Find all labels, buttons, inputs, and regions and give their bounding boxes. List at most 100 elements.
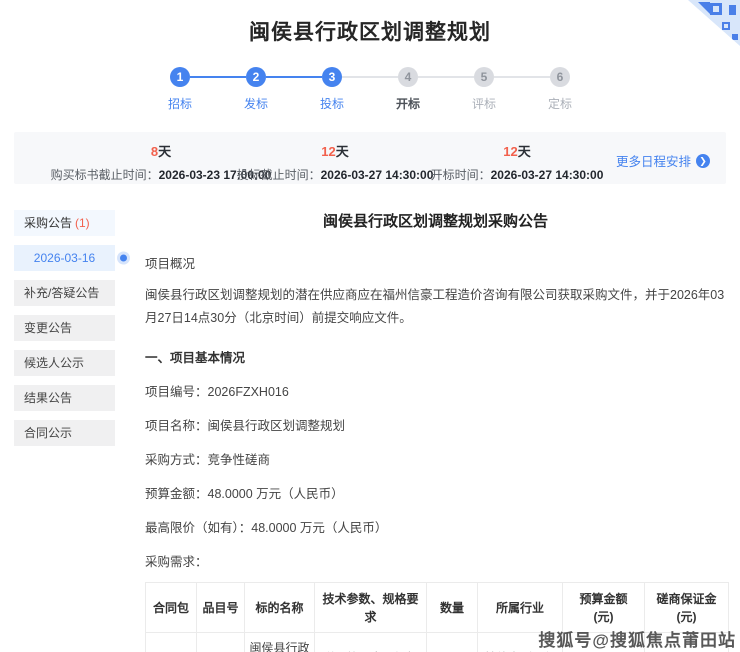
step-number: 1 xyxy=(170,67,190,87)
field-project-name: 项目名称：闽侯县行政区划调整规划 xyxy=(145,415,726,434)
cell-subject-name: 闽侯县行政区划调整规划 xyxy=(245,633,315,652)
field-procurement-method: 采购方式：竞争性磋商 xyxy=(145,449,726,468)
schedule-bar: 8天 购买标书截止时间：2026-03-23 17:00:00 12天 投标截止… xyxy=(14,132,726,184)
step-connector xyxy=(494,76,550,78)
sidebar-item-label: 变更公告 xyxy=(24,321,72,335)
sidebar-item-label: 合同公示 xyxy=(24,426,72,440)
step-connector xyxy=(418,76,474,78)
sidebar-item-supplement-qa[interactable]: 补充/答疑公告 xyxy=(14,280,115,306)
project-overview-text: 闽侯县行政区划调整规划的潜在供应商应在福州信豪工程造价咨询有限公司获取采购文件，… xyxy=(145,284,726,330)
sidebar-date-label: 2026-03-16 xyxy=(34,251,95,265)
days-unit: 天 xyxy=(518,144,531,159)
content-area: 采购公告(1) 2026-03-16 补充/答疑公告 变更公告 候选人公示 结果… xyxy=(14,210,726,652)
sidebar-item-change-announcement[interactable]: 变更公告 xyxy=(14,315,115,341)
sidebar-item-label: 采购公告 xyxy=(24,216,72,230)
field-label: 最高限价（如有）： xyxy=(145,521,251,535)
header-budget: 预算金额(元) xyxy=(563,583,645,633)
deadline-label: 开标时间： xyxy=(431,168,491,182)
announcement-heading: 闽侯县行政区划调整规划采购公告 xyxy=(145,210,726,231)
step-connector xyxy=(342,76,398,78)
cell-quantity: 1项 xyxy=(427,633,478,652)
step-kaibiao: 4 开标 xyxy=(370,67,446,112)
field-label: 采购需求： xyxy=(145,555,208,569)
sidebar-item-procurement-announcement[interactable]: 采购公告(1) xyxy=(14,210,115,236)
field-value: 48.0000 万元（人民币） xyxy=(208,487,344,501)
deadline-label: 购买标书截止时间： xyxy=(51,168,159,182)
page-title: 闽侯县行政区划调整规划 xyxy=(0,0,740,46)
progress-stepper: 1 招标 2 发标 3 投标 4 开标 5 评标 6 定标 xyxy=(0,67,740,112)
arrow-right-circle-icon: ❯ xyxy=(696,154,710,168)
active-dot-icon xyxy=(120,255,127,262)
sohu-watermark: 搜狐号@搜狐焦点莆田站 xyxy=(538,626,736,651)
days-unit: 天 xyxy=(158,144,171,159)
step-fabiao: 2 发标 xyxy=(218,67,294,112)
deadline-line: 开标时间：2026-03-27 14:30:00 xyxy=(402,166,632,183)
qr-glyph xyxy=(722,22,730,30)
qr-glyph xyxy=(732,34,738,40)
header-quantity: 数量 xyxy=(427,583,478,633)
cell-contract-package: 1 xyxy=(146,633,197,652)
header-subject-name: 标的名称 xyxy=(245,583,315,633)
step-toubiao: 3 投标 xyxy=(294,67,370,112)
announcement-body: 闽侯县行政区划调整规划采购公告 项目概况 闽侯县行政区划调整规划的潜在供应商应在… xyxy=(145,210,726,652)
sidebar-item-contract-publicity[interactable]: 合同公示 xyxy=(14,420,115,446)
step-dingbiao: 6 定标 xyxy=(522,67,598,112)
procurement-announcement-page: 闽侯县行政区划调整规划 1 招标 2 发标 3 投标 4 开标 5 评标 6 xyxy=(0,0,740,652)
step-label: 评标 xyxy=(472,95,496,112)
step-connector xyxy=(266,76,322,78)
step-number: 2 xyxy=(246,67,266,87)
cell-tech-specs: 详见第三章《招标内容及要求》 xyxy=(315,633,427,652)
field-max-price: 最高限价（如有）：48.0000 万元（人民币） xyxy=(145,517,726,536)
field-label: 预算金额： xyxy=(145,487,208,501)
days-number: 12 xyxy=(321,144,335,159)
field-value: 闽侯县行政区划调整规划 xyxy=(208,419,346,433)
field-value: 2026FZXH016 xyxy=(208,385,289,399)
step-label: 开标 xyxy=(396,95,420,112)
table-header-row: 合同包 品目号 标的名称 技术参数、规格要求 数量 所属行业 预算金额(元) 磋… xyxy=(146,583,729,633)
header-tech-specs: 技术参数、规格要求 xyxy=(315,583,427,633)
step-zhaobiao: 1 招标 xyxy=(142,67,218,112)
announcement-sidebar: 采购公告(1) 2026-03-16 补充/答疑公告 变更公告 候选人公示 结果… xyxy=(14,210,115,455)
header-item-number: 品目号 xyxy=(197,583,245,633)
sidebar-item-date[interactable]: 2026-03-16 xyxy=(14,245,115,271)
sidebar-item-label: 候选人公示 xyxy=(24,356,84,370)
sidebar-item-result-announcement[interactable]: 结果公告 xyxy=(14,385,115,411)
header-deposit: 磋商保证金(元) xyxy=(645,583,729,633)
step-pingbiao: 5 评标 xyxy=(446,67,522,112)
more-schedule-label: 更多日程安排 xyxy=(616,151,691,170)
step-number: 6 xyxy=(550,67,570,87)
schedule-item-opening-time: 12天 开标时间：2026-03-27 14:30:00 xyxy=(402,141,632,183)
field-procurement-demand: 采购需求： xyxy=(145,551,726,570)
step-label: 定标 xyxy=(548,95,572,112)
more-schedule-link[interactable]: 更多日程安排 ❯ xyxy=(616,151,710,170)
step-number: 4 xyxy=(398,67,418,87)
sidebar-item-label: 结果公告 xyxy=(24,391,72,405)
qr-glyph xyxy=(729,5,736,15)
sidebar-item-candidate-publicity[interactable]: 候选人公示 xyxy=(14,350,115,376)
step-number: 5 xyxy=(474,67,494,87)
step-label: 发标 xyxy=(244,95,268,112)
section-basic-info-title: 一、项目基本情况 xyxy=(145,347,726,366)
step-number: 3 xyxy=(322,67,342,87)
step-label: 招标 xyxy=(168,95,192,112)
deadline-time: 2026-03-27 14:30:00 xyxy=(491,168,604,182)
deadline-label: 投标截止时间： xyxy=(237,168,321,182)
field-value: 48.0000 万元（人民币） xyxy=(251,521,387,535)
header-industry: 所属行业 xyxy=(478,583,563,633)
days-unit: 天 xyxy=(336,144,349,159)
field-label: 项目名称： xyxy=(145,419,208,433)
cell-item-number: 1-1 xyxy=(197,633,245,652)
announcement-count-badge: (1) xyxy=(75,216,90,230)
qr-glyph xyxy=(710,3,722,15)
days-number: 12 xyxy=(503,144,517,159)
field-label: 项目编号： xyxy=(145,385,208,399)
field-project-number: 项目编号：2026FZXH016 xyxy=(145,381,726,400)
days-remaining: 12天 xyxy=(402,141,632,160)
field-value: 竞争性磋商 xyxy=(208,453,271,467)
field-label: 采购方式： xyxy=(145,453,208,467)
sidebar-item-label: 补充/答疑公告 xyxy=(24,286,99,300)
step-connector xyxy=(190,76,246,78)
project-overview-title: 项目概况 xyxy=(145,253,726,272)
header-contract-package: 合同包 xyxy=(146,583,197,633)
step-label: 投标 xyxy=(320,95,344,112)
